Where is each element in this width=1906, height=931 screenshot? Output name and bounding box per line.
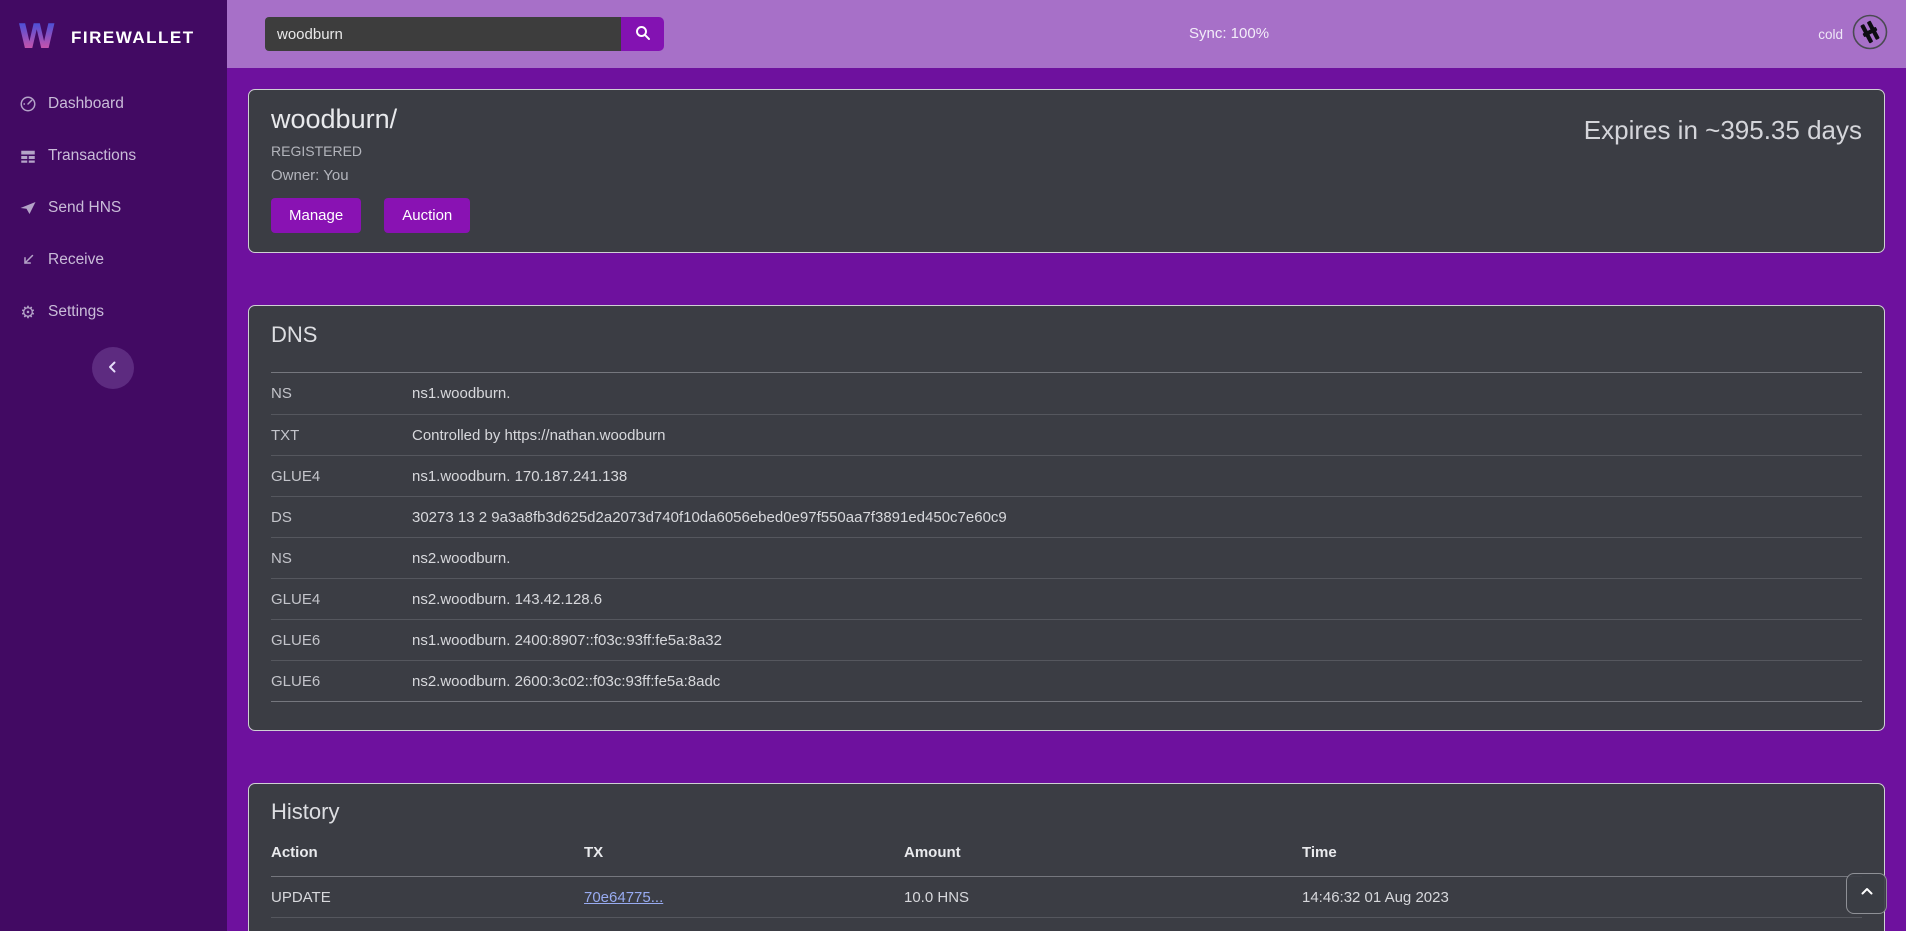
dns-heading: DNS [271, 322, 1862, 348]
dns-card: DNS NS ns1.woodburn. TXT Controlled by h… [248, 305, 1885, 731]
chevron-up-icon [1858, 883, 1876, 904]
history-time: 14:46:32 01 Aug 2023 [1302, 889, 1862, 906]
dashboard-gauge-icon [19, 95, 37, 113]
search-button[interactable] [621, 17, 664, 51]
domain-card: woodburn/ REGISTERED Owner: You Manage A… [248, 89, 1885, 253]
firewallet-logo-icon: W [18, 17, 58, 58]
history-card: History Action TX Amount Time UPDATE 70e… [248, 783, 1885, 931]
sidebar-item-receive[interactable]: Receive [0, 234, 227, 286]
transactions-table-icon [19, 147, 37, 165]
history-row: UPDATE 70e64775... 10.0 HNS 14:46:32 01 … [271, 877, 1862, 918]
send-plane-icon [19, 199, 37, 217]
history-amount: 10.0 HNS [904, 889, 1302, 906]
manage-button[interactable]: Manage [271, 198, 361, 233]
dns-table: NS ns1.woodburn. TXT Controlled by https… [271, 372, 1862, 702]
sidebar-collapse-button[interactable] [92, 347, 134, 389]
main-content: woodburn/ REGISTERED Owner: You Manage A… [227, 68, 1906, 931]
sidebar-item-label: Settings [48, 303, 104, 321]
dns-record-value: ns2.woodburn. 143.42.128.6 [412, 591, 602, 608]
wallet-indicator[interactable]: cold [1818, 0, 1888, 68]
svg-text:W: W [18, 17, 56, 53]
dns-record-value: Controlled by https://nathan.woodburn [412, 427, 666, 444]
auction-button[interactable]: Auction [384, 198, 470, 233]
column-header-action: Action [271, 844, 584, 861]
receive-arrow-icon [19, 251, 37, 269]
brand-row: W FIREWALLET [0, 0, 227, 62]
sidebar-item-label: Send HNS [48, 199, 121, 217]
dns-record-type: GLUE6 [271, 632, 412, 649]
chevron-left-icon [104, 358, 122, 379]
handshake-logo-icon [1852, 14, 1888, 55]
dns-record-type: GLUE6 [271, 673, 412, 690]
sidebar-item-transactions[interactable]: Transactions [0, 130, 227, 182]
dns-record-row: GLUE4 ns2.woodburn. 143.42.128.6 [271, 578, 1862, 619]
search-icon [634, 24, 652, 45]
history-table-header: Action TX Amount Time [271, 829, 1862, 877]
dns-record-type: DS [271, 509, 412, 526]
expiry-label: Expires in ~395.35 days [1584, 104, 1862, 233]
column-header-tx: TX [584, 844, 904, 861]
search-input[interactable] [265, 17, 621, 51]
dns-record-row: NS ns1.woodburn. [271, 373, 1862, 414]
dns-record-type: GLUE4 [271, 591, 412, 608]
sidebar-item-label: Transactions [48, 147, 136, 165]
column-header-amount: Amount [904, 844, 1302, 861]
domain-owner-label: Owner: You [271, 167, 470, 184]
dns-record-value: ns1.woodburn. [412, 385, 510, 402]
dns-record-row: GLUE4 ns1.woodburn. 170.187.241.138 [271, 455, 1862, 496]
dns-record-row: TXT Controlled by https://nathan.woodbur… [271, 414, 1862, 455]
sidebar-item-dashboard[interactable]: Dashboard [0, 78, 227, 130]
dns-record-type: NS [271, 385, 412, 402]
dns-record-value: ns2.woodburn. 2600:3c02::f03c:93ff:fe5a:… [412, 673, 720, 690]
gear-icon: ⚙ [19, 303, 37, 321]
search-bar [265, 17, 664, 51]
dns-record-row: GLUE6 ns2.woodburn. 2600:3c02::f03c:93ff… [271, 660, 1862, 701]
sidebar-item-label: Receive [48, 251, 104, 269]
dns-record-row: DS 30273 13 2 9a3a8fb3d625d2a2073d740f10… [271, 496, 1862, 537]
domain-card-left: woodburn/ REGISTERED Owner: You Manage A… [271, 104, 470, 233]
topbar: Sync: 100% cold [227, 0, 1906, 68]
dns-record-value: ns2.woodburn. [412, 550, 510, 567]
sync-status: Sync: 100% [1189, 25, 1269, 42]
wallet-name-label: cold [1818, 27, 1843, 42]
dns-record-type: NS [271, 550, 412, 567]
history-heading: History [271, 799, 1862, 825]
sidebar: W FIREWALLET Dashboard [0, 0, 227, 931]
sidebar-item-send-hns[interactable]: Send HNS [0, 182, 227, 234]
domain-name-title: woodburn/ [271, 104, 470, 135]
domain-status-label: REGISTERED [271, 143, 470, 159]
dns-record-row: NS ns2.woodburn. [271, 537, 1862, 578]
dns-record-value: ns1.woodburn. 170.187.241.138 [412, 468, 627, 485]
column-header-time: Time [1302, 844, 1862, 861]
domain-actions: Manage Auction [271, 198, 470, 233]
sidebar-item-settings[interactable]: ⚙ Settings [0, 286, 227, 338]
scroll-to-top-button[interactable] [1846, 873, 1887, 914]
tx-link[interactable]: 70e64775... [584, 889, 663, 906]
sidebar-item-label: Dashboard [48, 95, 124, 113]
dns-record-type: GLUE4 [271, 468, 412, 485]
dns-record-value: 30273 13 2 9a3a8fb3d625d2a2073d740f10da6… [412, 509, 1007, 526]
history-action: UPDATE [271, 889, 584, 906]
history-row: RENEW d73c5e08... 10.0 HNS 15:47:36 07 F… [271, 918, 1862, 931]
dns-record-row: GLUE6 ns1.woodburn. 2400:8907::f03c:93ff… [271, 619, 1862, 660]
dns-record-value: ns1.woodburn. 2400:8907::f03c:93ff:fe5a:… [412, 632, 722, 649]
sidebar-nav: Dashboard Transactions Send HNS [0, 78, 227, 338]
brand-title: FIREWALLET [71, 28, 195, 48]
dns-record-type: TXT [271, 427, 412, 444]
